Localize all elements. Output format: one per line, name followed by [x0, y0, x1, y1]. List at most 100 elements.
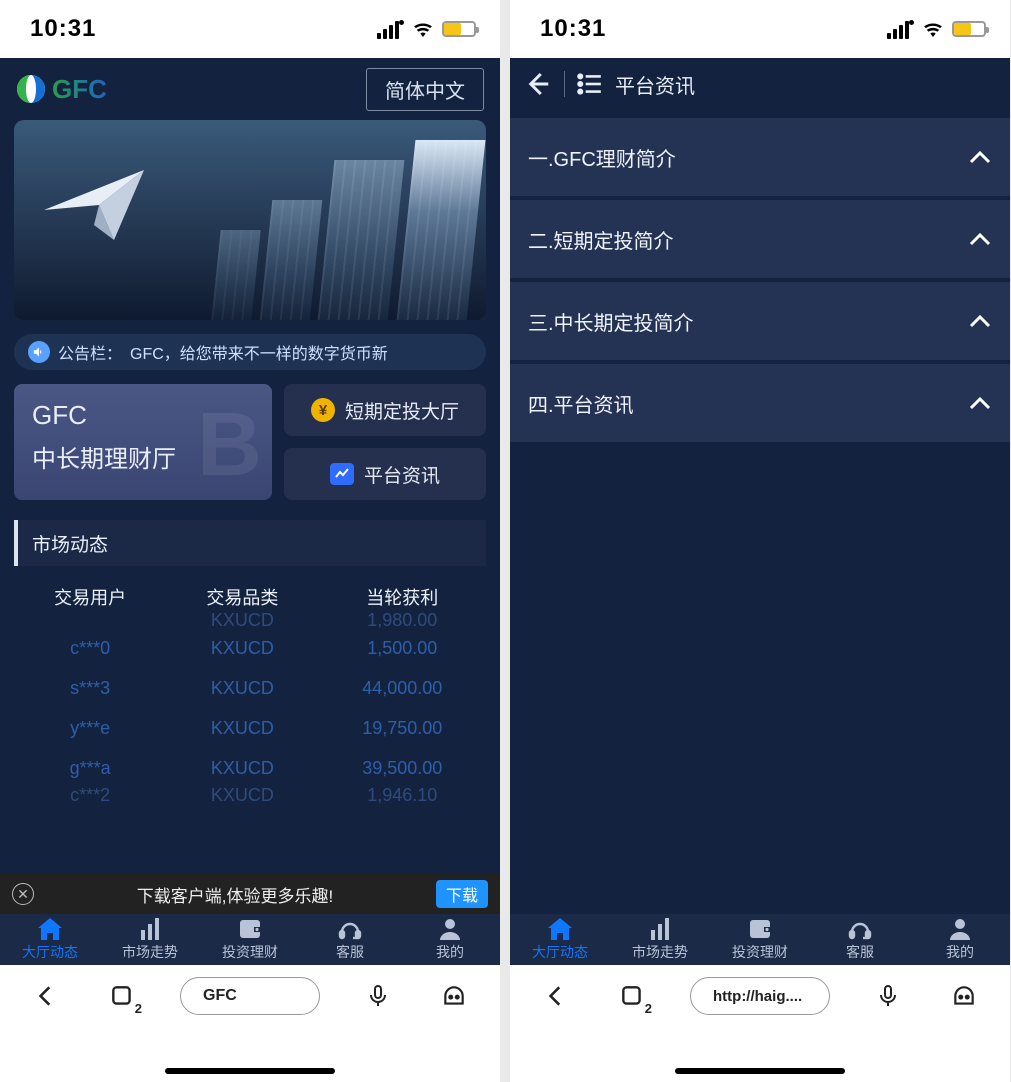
table-row: KXUCD1,980.00 [14, 610, 486, 628]
accordion-label: 三.中长期定投简介 [528, 307, 694, 336]
chevron-up-icon [968, 149, 992, 165]
user-icon [948, 918, 972, 940]
page-nav: 平台资讯 [510, 58, 1010, 110]
status-icons [887, 20, 986, 39]
paper-plane-icon [44, 170, 154, 250]
hero-banner[interactable] [14, 120, 486, 320]
bottom-nav: 大厅动态 市场走势 投资理财客服 我的 [510, 914, 1010, 965]
speaker-icon [28, 341, 50, 363]
market-header: 交易用户 交易品类 当轮获利 [14, 584, 486, 610]
nav-bars[interactable]: 市场走势 [100, 914, 200, 965]
download-button[interactable]: 下载 [436, 880, 488, 908]
list-icon[interactable] [577, 73, 603, 95]
battery-icon [952, 21, 986, 37]
menu-icon[interactable] [946, 978, 982, 1014]
accordion-item[interactable]: 四.平台资讯 [510, 364, 1010, 442]
status-clock: 10:31 [540, 15, 606, 43]
back-icon[interactable] [28, 978, 64, 1014]
status-bar: 10:31 [0, 0, 500, 58]
accordion-list: 一.GFC理财简介二.短期定投简介三.中长期定投简介四.平台资讯 [510, 118, 1010, 442]
table-row: c***2KXUCD1,946.10 [14, 788, 486, 805]
nav-label: 大厅动态 [532, 942, 588, 962]
omnibox[interactable]: http://haig.... [690, 977, 830, 1015]
table-row: c***0KXUCD1,500.00 [14, 628, 486, 668]
mic-icon[interactable] [360, 978, 396, 1014]
battery-icon [442, 21, 476, 37]
card-news[interactable]: 平台资讯 [284, 448, 486, 500]
nav-user[interactable]: 我的 [910, 914, 1010, 965]
app-home: GFC 简体中文 公告栏： GFC [0, 58, 500, 1082]
accordion-item[interactable]: 二.短期定投简介 [510, 200, 1010, 278]
omnibox-text: http://haig.... [713, 988, 802, 1005]
nav-home[interactable]: 大厅动态 [510, 914, 610, 965]
col-user: 交易用户 [14, 584, 166, 610]
chevron-up-icon [968, 395, 992, 411]
chart-icon [330, 463, 354, 485]
bars-icon [138, 918, 162, 940]
nav-headset[interactable]: 客服 [810, 914, 910, 965]
nav-label: 我的 [436, 942, 464, 962]
market-section-title: 市场动态 [14, 520, 486, 566]
browser-chrome: 2 http://haig.... [510, 965, 1010, 1082]
table-row: s***3KXUCD44,000.00 [14, 668, 486, 708]
accordion-label: 四.平台资讯 [528, 389, 634, 418]
nav-label: 大厅动态 [22, 942, 78, 962]
nav-wallet[interactable]: 投资理财 [200, 914, 300, 965]
tabs-icon[interactable]: 2 [104, 978, 140, 1014]
accordion-item[interactable]: 三.中长期定投简介 [510, 282, 1010, 360]
col-profit: 当轮获利 [319, 584, 486, 610]
home-icon [548, 918, 572, 940]
chevron-up-icon [968, 313, 992, 329]
home-indicator[interactable] [165, 1068, 335, 1074]
wifi-icon [922, 21, 944, 37]
nav-user[interactable]: 我的 [400, 914, 500, 965]
omnibox[interactable]: GFC [180, 977, 320, 1015]
back-icon[interactable] [538, 978, 574, 1014]
nav-headset[interactable]: 客服 [300, 914, 400, 965]
chevron-up-icon [968, 231, 992, 247]
omnibox-text: GFC [203, 987, 237, 1005]
nav-label: 我的 [946, 942, 974, 962]
nav-label: 市场走势 [122, 942, 178, 962]
nav-bars[interactable]: 市场走势 [610, 914, 710, 965]
nav-label: 客服 [846, 942, 874, 962]
close-icon[interactable]: ✕ [12, 883, 34, 905]
language-button[interactable]: 简体中文 [366, 68, 484, 111]
accordion-item[interactable]: 一.GFC理财简介 [510, 118, 1010, 196]
wallet-icon [238, 918, 262, 940]
col-prod: 交易品类 [166, 584, 318, 610]
status-clock: 10:31 [30, 15, 96, 43]
wifi-icon [412, 21, 434, 37]
home-indicator[interactable] [675, 1068, 845, 1074]
download-bar: ✕ 下载客户端,体验更多乐趣! 下载 [0, 874, 500, 914]
mic-icon[interactable] [870, 978, 906, 1014]
tabs-icon[interactable]: 2 [614, 978, 650, 1014]
headset-icon [338, 918, 362, 940]
card-shortterm-label: 短期定投大厅 [345, 397, 459, 424]
back-icon[interactable] [522, 69, 552, 99]
user-icon [438, 918, 462, 940]
card-shortterm[interactable]: ¥ 短期定投大厅 [284, 384, 486, 436]
page-title: 平台资讯 [615, 70, 695, 99]
notice-text: GFC，给您带来不一样的数字货币新 [130, 340, 388, 364]
nav-label: 市场走势 [632, 942, 688, 962]
table-row: g***aKXUCD39,500.00 [14, 748, 486, 788]
card-longterm[interactable]: B GFC 中长期理财厅 [14, 384, 272, 500]
nav-wallet[interactable]: 投资理财 [710, 914, 810, 965]
download-text: 下载客户端,体验更多乐趣! [34, 882, 436, 907]
table-row: y***eKXUCD19,750.00 [14, 708, 486, 748]
menu-icon[interactable] [436, 978, 472, 1014]
tabs-count: 2 [645, 1001, 652, 1016]
status-bar: 10:31 [510, 0, 1010, 58]
bars-icon [648, 918, 672, 940]
notice-bar[interactable]: 公告栏： GFC，给您带来不一样的数字货币新 [14, 334, 486, 370]
nav-home[interactable]: 大厅动态 [0, 914, 100, 965]
nav-label: 投资理财 [222, 942, 278, 962]
nav-label: 客服 [336, 942, 364, 962]
signal-icon [887, 20, 914, 39]
card-news-label: 平台资讯 [364, 461, 440, 488]
brand-logo: GFC [16, 74, 107, 105]
notice-label: 公告栏： [58, 340, 122, 364]
headset-icon [848, 918, 872, 940]
phone-left: 10:31 GFC 简体中文 [0, 0, 500, 1082]
